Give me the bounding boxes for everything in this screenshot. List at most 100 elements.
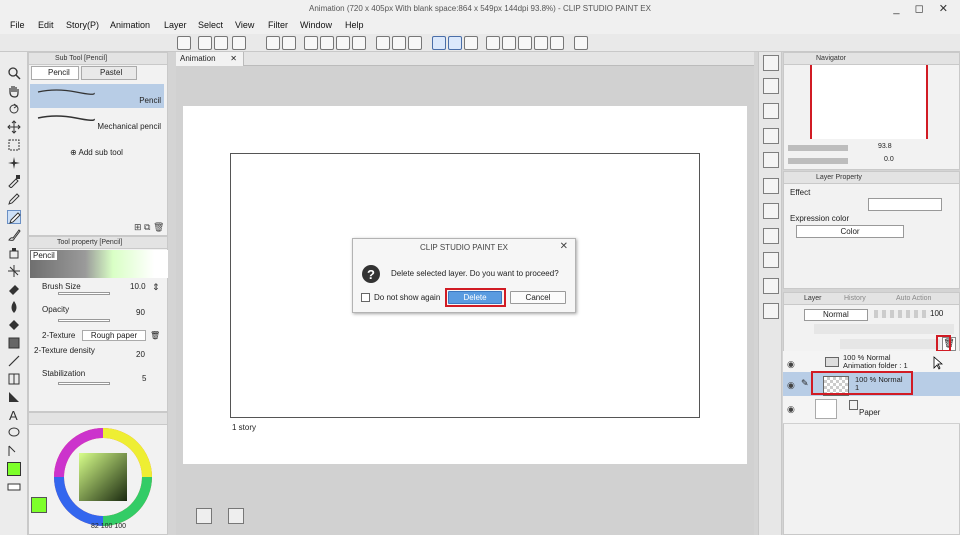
do-not-show-checkbox[interactable] <box>361 293 370 302</box>
transparent-color-icon[interactable] <box>7 480 21 494</box>
show-selection-icon[interactable] <box>408 36 422 50</box>
frame-nav-icon[interactable] <box>196 508 212 524</box>
dock-icon-2[interactable] <box>763 103 779 119</box>
trash-icon[interactable]: 🗑 <box>150 331 160 340</box>
blend-mode-select[interactable]: Normal <box>804 309 868 321</box>
open-icon[interactable] <box>214 36 228 50</box>
texture-density-value[interactable]: 20 <box>136 350 145 359</box>
tab-history[interactable]: History <box>844 293 866 305</box>
color-wheel[interactable] <box>53 427 153 527</box>
main-color-chip[interactable] <box>31 497 47 513</box>
balloon-icon[interactable] <box>7 426 21 440</box>
clip-studio-assets-icon[interactable] <box>502 36 516 50</box>
clear-outside-icon[interactable] <box>320 36 334 50</box>
menu-select[interactable]: Select <box>198 20 223 30</box>
eye-icon[interactable]: ◉ <box>787 359 795 370</box>
zoom-slider[interactable] <box>788 145 848 151</box>
eye-icon[interactable]: ◉ <box>787 380 795 391</box>
expression-color-select[interactable]: Color <box>796 225 904 238</box>
tab-animation[interactable]: Animation ✕ <box>176 52 244 66</box>
decoration-icon[interactable] <box>7 264 21 278</box>
export-icon[interactable] <box>550 36 564 50</box>
pencil-tool-icon[interactable] <box>7 210 21 224</box>
menu-help[interactable]: Help <box>345 20 364 30</box>
close-icon[interactable]: ✕ <box>230 52 237 66</box>
pen-icon[interactable] <box>7 192 21 206</box>
invert-selection-icon[interactable] <box>392 36 406 50</box>
cancel-button[interactable]: Cancel <box>510 291 566 304</box>
menu-window[interactable]: Window <box>300 20 332 30</box>
opacity-slider[interactable] <box>58 319 110 322</box>
deselect-icon[interactable] <box>376 36 390 50</box>
layer-opacity-value[interactable]: 100 <box>930 309 943 318</box>
opacity-value[interactable]: 90 <box>136 308 145 317</box>
delete-button[interactable]: Delete <box>448 291 502 304</box>
brush-icon[interactable] <box>7 228 21 242</box>
search-icon[interactable] <box>763 55 779 71</box>
dock-icon-9[interactable] <box>763 278 779 294</box>
hand-icon[interactable] <box>7 84 21 98</box>
delete-layer-icon[interactable]: 🗑 <box>942 337 956 351</box>
layers-icon[interactable] <box>518 36 532 50</box>
tab-layer[interactable]: Layer <box>804 293 822 305</box>
brush-size-slider[interactable] <box>58 292 110 295</box>
clip-studio-icon[interactable] <box>177 36 191 50</box>
tab-pastel[interactable]: Pastel <box>81 66 137 80</box>
subtool-pencil[interactable]: Pencil <box>30 84 164 108</box>
new-icon[interactable] <box>198 36 212 50</box>
navigator-preview[interactable] <box>810 65 928 139</box>
snap-grid-icon[interactable] <box>464 36 478 50</box>
frame-border-icon[interactable] <box>7 372 21 386</box>
layer-toolbar-1[interactable] <box>814 324 954 334</box>
stabilization-slider[interactable] <box>58 382 110 385</box>
dock-icon-4[interactable] <box>763 152 779 168</box>
airbrush-icon[interactable] <box>7 246 21 260</box>
menu-edit[interactable]: Edit <box>38 20 54 30</box>
layer-opacity-slider[interactable] <box>874 310 930 318</box>
dock-icon-7[interactable] <box>763 228 779 244</box>
dock-icon-8[interactable] <box>763 252 779 268</box>
clear-icon[interactable] <box>304 36 318 50</box>
dock-icon-6[interactable] <box>763 203 779 219</box>
texture-value[interactable]: Rough paper <box>82 330 146 341</box>
layer-toolbar-2[interactable] <box>840 339 940 349</box>
fill-bucket-icon[interactable] <box>7 318 21 332</box>
dock-icon-1[interactable] <box>763 78 779 94</box>
transform-icon[interactable] <box>352 36 366 50</box>
layers-alt-icon[interactable] <box>534 36 548 50</box>
clip-studio-share-icon[interactable] <box>574 36 588 50</box>
gradient-icon[interactable] <box>7 336 21 350</box>
fill-icon[interactable] <box>336 36 350 50</box>
rotate-icon[interactable] <box>7 102 21 116</box>
eyedropper-icon[interactable] <box>7 174 21 189</box>
text-icon[interactable]: A <box>7 408 21 423</box>
snap-special-ruler-icon[interactable] <box>448 36 462 50</box>
ruler-icon[interactable] <box>7 390 21 404</box>
redo-icon[interactable] <box>282 36 296 50</box>
move-icon[interactable] <box>7 120 21 134</box>
selection-icon[interactable] <box>7 138 21 152</box>
eye-icon[interactable]: ◉ <box>787 404 795 415</box>
tab-pencil[interactable]: Pencil <box>31 66 79 80</box>
subtool-actions[interactable]: ⊞ ⧉ 🗑 <box>134 222 164 233</box>
close-icon[interactable]: ✕ <box>560 241 568 252</box>
subtool-mechanical-pencil[interactable]: Mechanical pencil <box>30 110 164 134</box>
save-icon[interactable] <box>232 36 246 50</box>
blend-icon[interactable] <box>7 300 21 314</box>
menu-story[interactable]: Story(P) <box>66 20 99 30</box>
menu-animation[interactable]: Animation <box>110 20 150 30</box>
auto-select-icon[interactable] <box>7 156 21 170</box>
tab-auto-action[interactable]: Auto Action <box>896 293 931 305</box>
dock-icon-5[interactable] <box>763 178 779 194</box>
window-controls[interactable]: _ ◻ ✕ <box>893 2 954 15</box>
snap-ruler-icon[interactable] <box>432 36 446 50</box>
help-icon[interactable] <box>486 36 500 50</box>
figure-icon[interactable] <box>7 354 21 368</box>
menu-layer[interactable]: Layer <box>164 20 187 30</box>
add-subtool-button[interactable]: ⊕ Add sub tool <box>70 148 123 157</box>
menu-file[interactable]: File <box>10 20 25 30</box>
rotation-slider[interactable] <box>788 158 848 164</box>
effect-buttons[interactable] <box>868 198 942 211</box>
eraser-icon[interactable] <box>7 282 21 296</box>
menu-view[interactable]: View <box>235 20 254 30</box>
